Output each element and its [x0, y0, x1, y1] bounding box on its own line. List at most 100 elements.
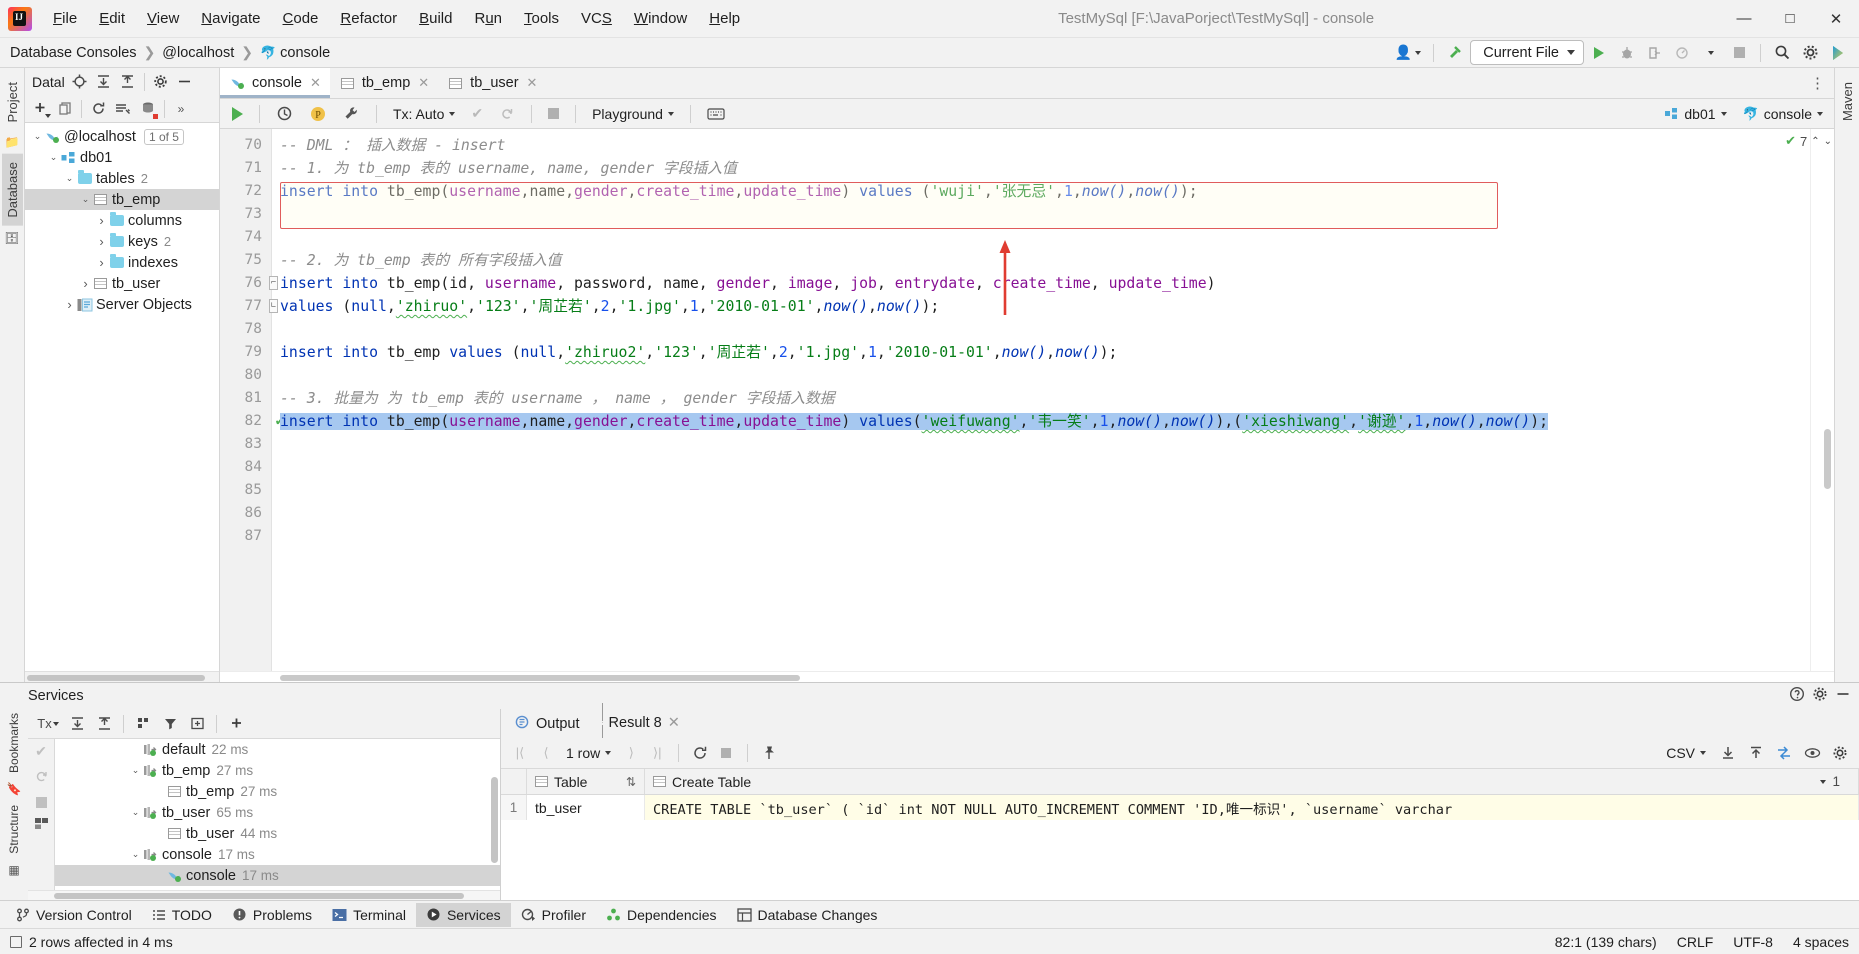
line-number[interactable]: 79: [220, 341, 271, 364]
editor-tab-console[interactable]: console ✕: [220, 68, 330, 98]
editor-tab-tb_user[interactable]: tb_user ✕: [438, 68, 546, 98]
more-options-icon[interactable]: ⋮: [1810, 68, 1834, 98]
sidebar-item-bookmarks[interactable]: Bookmarks: [5, 709, 23, 777]
profile-icon[interactable]: [1670, 40, 1696, 66]
sidebar-item-project[interactable]: Project: [2, 74, 23, 130]
datasource-selector[interactable]: db01: [1659, 104, 1731, 124]
breadcrumb-localhost[interactable]: @localhost: [162, 45, 234, 61]
services-tree-node[interactable]: ⌄ tb_emp 27 ms: [55, 760, 500, 781]
services-tree-node[interactable]: ⌄ console 17 ms: [55, 844, 500, 865]
cell-create-table[interactable]: CREATE TABLE `tb_user` ( `id` int NOT NU…: [645, 795, 1859, 820]
maximize-button[interactable]: □: [1767, 0, 1813, 38]
code-line[interactable]: [280, 364, 1810, 387]
next-page-icon[interactable]: ⟩: [620, 742, 642, 764]
code-line[interactable]: [280, 525, 1810, 548]
layout-icon[interactable]: [34, 817, 49, 834]
more-icon[interactable]: »: [170, 98, 192, 120]
bottom-tab-profiler[interactable]: Profiler: [511, 903, 596, 927]
bottom-tab-todo[interactable]: TODO: [142, 903, 222, 927]
export-format-selector[interactable]: CSV: [1661, 743, 1711, 763]
users-icon[interactable]: 👤: [1391, 40, 1425, 66]
indent-setting[interactable]: 4 spaces: [1793, 934, 1849, 950]
history-icon[interactable]: [270, 103, 299, 125]
menu-file[interactable]: File: [42, 6, 88, 31]
tx-icon[interactable]: Tx: [35, 713, 61, 735]
add-icon[interactable]: [225, 713, 247, 735]
services-tree[interactable]: default 22 ms ⌄ tb_emp 27 ms tb_emp 27 ms ⌄ tb_u…: [55, 739, 500, 890]
services-tree-node[interactable]: console 17 ms: [55, 865, 500, 886]
code-line[interactable]: [280, 226, 1810, 249]
bottom-tab-version-control[interactable]: Version Control: [6, 903, 142, 927]
menu-run[interactable]: Run: [463, 6, 513, 31]
line-number[interactable]: 86: [220, 502, 271, 525]
code-line[interactable]: insert into tb_emp values (null,'zhiruo2…: [280, 341, 1810, 364]
database-icon[interactable]: 🗄: [4, 231, 19, 245]
chevron-right-icon[interactable]: ›: [63, 297, 76, 312]
sidebar-item-structure[interactable]: Structure: [5, 801, 23, 858]
services-tree-node[interactable]: ⌄ tb_user 65 ms: [55, 802, 500, 823]
line-number[interactable]: 85: [220, 479, 271, 502]
editor-vscrollbar[interactable]: [1824, 429, 1831, 489]
stop-icon[interactable]: [542, 103, 565, 125]
schema-selector[interactable]: Playground: [586, 103, 680, 125]
database-pane-hscrollbar[interactable]: [25, 671, 219, 682]
line-number[interactable]: 83: [220, 433, 271, 456]
chevron-down-icon[interactable]: ⌄: [129, 849, 142, 860]
chevron-down-icon[interactable]: [1820, 779, 1827, 784]
gear-icon[interactable]: [1797, 40, 1823, 66]
line-number[interactable]: 70: [220, 134, 271, 157]
rollback-icon[interactable]: [34, 769, 49, 788]
tree-node-columns[interactable]: › columns: [25, 210, 219, 231]
group-icon[interactable]: [132, 713, 154, 735]
chevron-down-icon[interactable]: ⌄: [129, 807, 142, 818]
editor-hscrollbar[interactable]: [220, 671, 1834, 682]
refresh-icon[interactable]: [87, 98, 109, 120]
code-line[interactable]: [280, 479, 1810, 502]
keyboard-icon[interactable]: [701, 103, 731, 125]
line-number[interactable]: 84: [220, 456, 271, 479]
gear-icon[interactable]: [1829, 742, 1851, 764]
code-line[interactable]: [280, 318, 1810, 341]
hide-icon[interactable]: [174, 71, 196, 93]
gear-icon[interactable]: [1812, 686, 1828, 706]
rollback-icon[interactable]: [493, 103, 521, 125]
code-line[interactable]: [280, 502, 1810, 525]
target-icon[interactable]: [69, 71, 91, 93]
breadcrumb-console[interactable]: console: [280, 45, 330, 61]
expand-all-icon[interactable]: [93, 71, 115, 93]
chevron-right-icon[interactable]: ›: [95, 234, 108, 249]
file-encoding[interactable]: UTF-8: [1733, 934, 1773, 950]
collapse-all-icon[interactable]: [117, 71, 139, 93]
view-options-icon[interactable]: [1801, 742, 1823, 764]
tree-node-tb_emp[interactable]: ⌄ tb_emp: [25, 189, 219, 210]
tree-node-keys[interactable]: › keys 2: [25, 231, 219, 252]
bottom-tab-database-changes[interactable]: Database Changes: [727, 903, 888, 927]
hide-icon[interactable]: [1835, 686, 1851, 706]
code-line[interactable]: insert into tb_emp(username,name,gender,…: [280, 410, 1810, 433]
filter-icon[interactable]: [159, 713, 181, 735]
source-code[interactable]: -- DML ： 插入数据 - insert -- 1. 为 tb_emp 表的 …: [272, 129, 1810, 671]
close-icon[interactable]: ✕: [310, 75, 321, 91]
chevron-down-icon[interactable]: ⌄: [79, 194, 92, 205]
line-number-gutter[interactable]: 70717273747576⌐77∟7879808182✔8384858687: [220, 129, 284, 671]
menu-tools[interactable]: Tools: [513, 6, 570, 31]
menu-navigate[interactable]: Navigate: [190, 6, 271, 31]
code-line[interactable]: [280, 433, 1810, 456]
run-configuration-selector[interactable]: Current File: [1470, 40, 1584, 65]
help-icon[interactable]: [1789, 686, 1805, 706]
chevron-up-icon[interactable]: ⌃: [1811, 136, 1819, 147]
table-row[interactable]: 1 tb_user CREATE TABLE `tb_user` ( `id` …: [501, 795, 1859, 820]
editor-right-gutter[interactable]: ✔ 7 ⌃ ⌄: [1785, 129, 1834, 671]
bottom-tab-services[interactable]: Services: [415, 902, 511, 927]
close-button[interactable]: ✕: [1813, 0, 1859, 38]
import-icon[interactable]: [1745, 742, 1767, 764]
commit-icon[interactable]: ✔: [465, 103, 489, 125]
minimize-button[interactable]: —: [1721, 0, 1767, 38]
gear-icon[interactable]: [150, 71, 172, 93]
services-vscrollbar[interactable]: [491, 777, 498, 863]
result-grid[interactable]: Table ⇅ Create Table 1 1 tb_user CREATE …: [501, 769, 1859, 900]
code-line[interactable]: insert into tb_emp(id, username, passwor…: [280, 272, 1810, 295]
sidebar-item-maven[interactable]: Maven: [1837, 74, 1858, 129]
bottom-tab-problems[interactable]: Problems: [222, 903, 322, 927]
tree-node-tb_user[interactable]: › tb_user: [25, 273, 219, 294]
